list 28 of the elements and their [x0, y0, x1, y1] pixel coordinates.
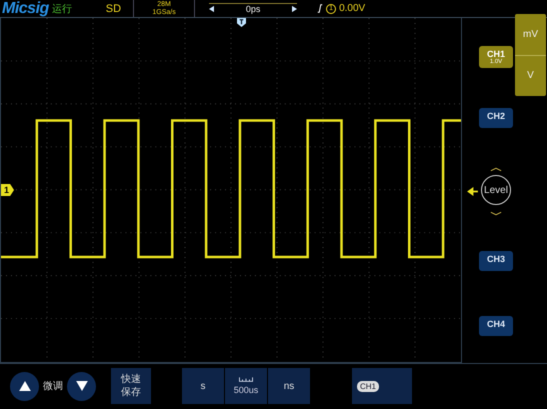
trigger-level-icon	[467, 187, 478, 196]
channel-marker[interactable]: 1	[1, 184, 14, 196]
chevron-down-icon[interactable]	[490, 211, 502, 216]
chevron-up-icon[interactable]	[490, 167, 502, 172]
unit-button[interactable]: ns	[268, 368, 310, 404]
down-arrow-icon	[76, 381, 88, 392]
ruler-icon	[239, 377, 253, 382]
source-badge[interactable]: CH1	[357, 380, 380, 392]
level-button[interactable]: Level	[481, 175, 511, 205]
down-button[interactable]	[67, 372, 96, 401]
fine-adjust-label: 微调	[43, 380, 63, 394]
left-arrow-icon[interactable]	[209, 5, 214, 13]
up-button[interactable]	[10, 372, 39, 401]
trigger-level: 0.00V	[339, 3, 366, 14]
channel-button[interactable]: CH2	[479, 108, 513, 128]
channel-button[interactable]: CH4	[479, 316, 513, 336]
acquire-mode: SD	[106, 2, 122, 14]
timebase-value: 500us	[234, 385, 258, 396]
quick-save-button[interactable]: 快速保存	[111, 368, 151, 404]
brand-logo: Micsig	[2, 0, 49, 18]
rising-edge-icon	[317, 4, 324, 13]
right-arrow-icon[interactable]	[292, 5, 298, 13]
unit-button[interactable]: s	[182, 368, 224, 404]
run-status: 运行	[52, 2, 72, 16]
time-offset: 0ps	[246, 4, 260, 14]
trigger-position-icon[interactable]	[237, 18, 246, 27]
channel-button[interactable]: CH3	[479, 251, 513, 271]
up-arrow-icon	[18, 381, 30, 392]
